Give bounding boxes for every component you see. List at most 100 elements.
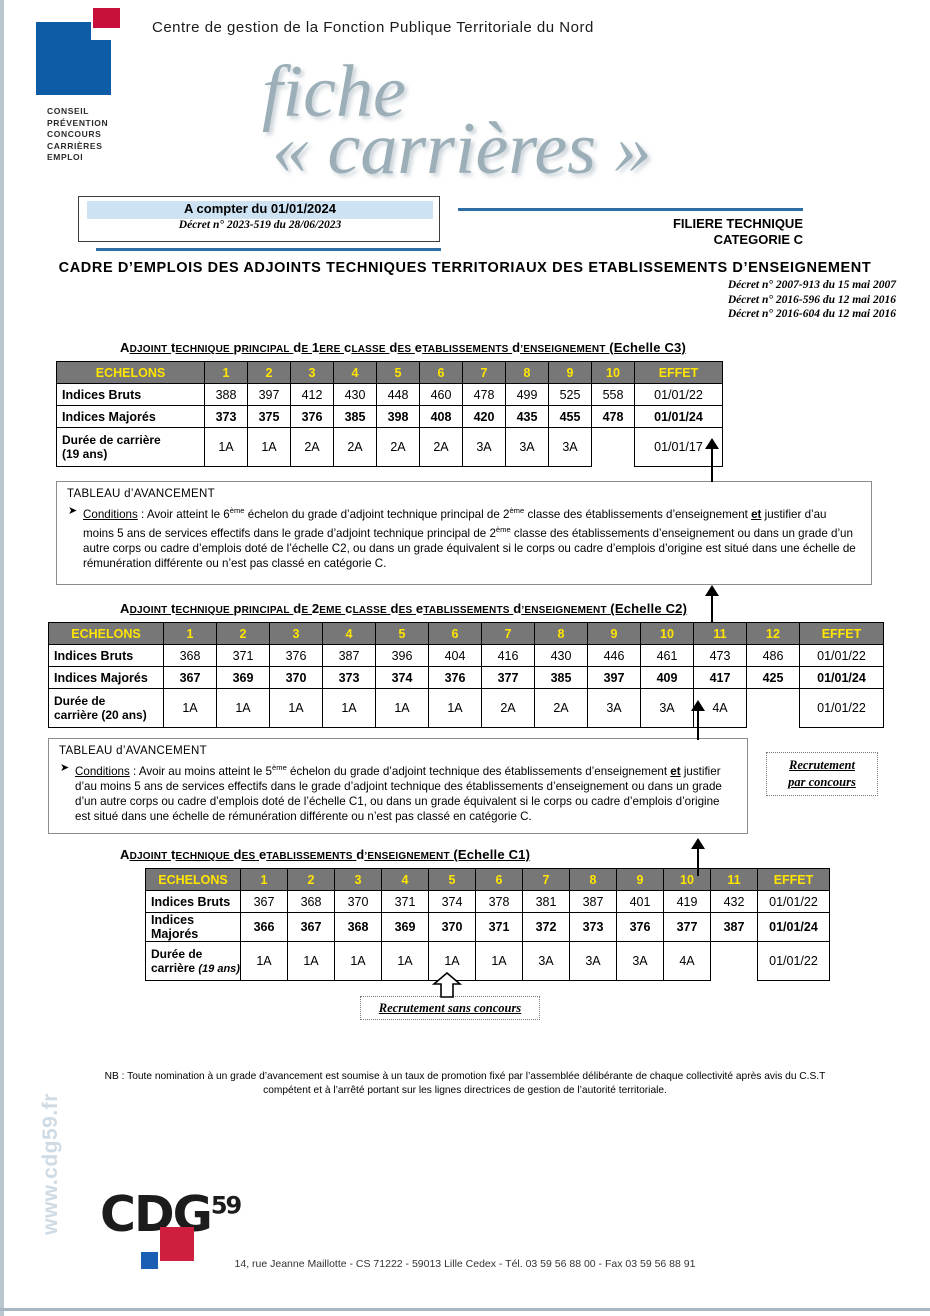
row-label-indices-bruts: Indices Bruts bbox=[145, 890, 241, 913]
header-echelon-9: 9 bbox=[548, 361, 592, 384]
flow-arrow-head-icon bbox=[705, 585, 719, 596]
header-echelon-1: 1 bbox=[163, 622, 217, 645]
decret-line: Décret n° 2016-604 du 12 mai 2016 bbox=[727, 308, 896, 320]
flow-arrow-stem bbox=[710, 594, 714, 622]
im-5: 374 bbox=[375, 666, 429, 689]
row-label-indices-majores: Indices Majorés bbox=[145, 912, 241, 942]
im-8: 385 bbox=[534, 666, 588, 689]
header-echelon-7: 7 bbox=[481, 622, 535, 645]
ib-5: 396 bbox=[375, 644, 429, 667]
duree-3: 2A bbox=[290, 427, 334, 467]
flow-arrow-stem bbox=[696, 847, 700, 876]
categorie-label: CATEGORIE C bbox=[713, 232, 803, 247]
ib-9: 446 bbox=[587, 644, 641, 667]
im-2: 375 bbox=[247, 405, 291, 428]
advancement-box-adv1: TABLEAU d’AVANCEMENT ➤ Conditions : Avoir … bbox=[56, 481, 872, 585]
nb-line-2: compétent et à l’arrêté portant sur les … bbox=[263, 1085, 667, 1096]
ib-1: 388 bbox=[204, 383, 248, 406]
im-7: 420 bbox=[462, 405, 506, 428]
logo-red-square bbox=[93, 8, 120, 28]
duree-10: 3A bbox=[640, 688, 694, 728]
ib-7: 416 bbox=[481, 644, 535, 667]
ib-10: 558 bbox=[591, 383, 635, 406]
website-vertical: www.cdg59.fr bbox=[39, 1093, 62, 1235]
filiere-label: FILIERE TECHNIQUE bbox=[672, 216, 803, 231]
ib-8: 387 bbox=[569, 890, 617, 913]
flow-arrow-head-icon bbox=[691, 838, 705, 849]
ib-5: 374 bbox=[428, 890, 476, 913]
im-2: 369 bbox=[216, 666, 270, 689]
im-4: 373 bbox=[322, 666, 376, 689]
ib-4: 371 bbox=[381, 890, 429, 913]
ib-7: 381 bbox=[522, 890, 570, 913]
header-echelons: ECHELONS bbox=[56, 361, 205, 384]
left-edge-bar bbox=[0, 0, 4, 1316]
header-echelon-6: 6 bbox=[419, 361, 463, 384]
ib-6: 404 bbox=[428, 644, 482, 667]
ib-2: 368 bbox=[287, 890, 335, 913]
ib-5: 448 bbox=[376, 383, 420, 406]
table-header-row: ECHELONS 1 2 3 4 5 6 7 8 9 10 EFFET bbox=[56, 361, 723, 384]
table-row-indices-majores: Indices Majorés 366 367 368 369 370 371 372 373 3… bbox=[145, 912, 830, 942]
duree-7: 2A bbox=[481, 688, 535, 728]
recrutement-concours-line1: Recrutement bbox=[789, 758, 855, 772]
blue-rule-left bbox=[96, 248, 441, 251]
grade-title-c1: ADJOINT tECHNIQUE dES eTABLISSEMENTS d’E… bbox=[120, 847, 531, 862]
header-echelon-8: 8 bbox=[569, 868, 617, 891]
im-1: 366 bbox=[240, 912, 288, 942]
flow-arrow-stem bbox=[710, 447, 714, 482]
header-echelon-1: 1 bbox=[204, 361, 248, 384]
header-echelon-10: 10 bbox=[663, 868, 711, 891]
row-label-indices-majores: Indices Majorés bbox=[48, 666, 164, 689]
decret-line: Décret n° 2007-913 du 15 mai 2007 bbox=[727, 279, 896, 291]
duree-8: 3A bbox=[569, 941, 617, 981]
duree-6: 1A bbox=[428, 688, 482, 728]
header-echelon-3: 3 bbox=[269, 622, 323, 645]
nb-note: NB : Toute nomination à un grade d’avanc… bbox=[65, 1070, 865, 1098]
header-echelon-7: 7 bbox=[462, 361, 506, 384]
ib-1: 367 bbox=[240, 890, 288, 913]
ib-8: 430 bbox=[534, 644, 588, 667]
table-row-duree: Durée de carrière (20 ans) 1A 1A 1A 1A 1A 1A 2A 2… bbox=[48, 688, 884, 728]
im-12: 425 bbox=[746, 666, 800, 689]
im-6: 371 bbox=[475, 912, 523, 942]
table-row-indices-bruts: Indices Bruts 367 368 370 371 374 378 381 387 401… bbox=[145, 890, 830, 913]
logo-blue-square-upper bbox=[36, 22, 91, 77]
header-echelon-9: 9 bbox=[616, 868, 664, 891]
document-page: CONSEIL PRÉVENTION CONCOURS CARRIÈRES EMPLOI… bbox=[0, 0, 930, 1316]
header-echelon-6: 6 bbox=[428, 622, 482, 645]
im-10: 377 bbox=[663, 912, 711, 942]
ib-2: 371 bbox=[216, 644, 270, 667]
im-7: 377 bbox=[481, 666, 535, 689]
conditions-label: Conditions bbox=[75, 764, 130, 778]
effet-indices-majores: 01/01/24 bbox=[799, 666, 884, 689]
header-echelon-6: 6 bbox=[475, 868, 523, 891]
im-11: 417 bbox=[693, 666, 747, 689]
header-echelon-10: 10 bbox=[591, 361, 635, 384]
duree-11 bbox=[710, 941, 758, 981]
im-3: 376 bbox=[290, 405, 334, 428]
table-row-duree: Durée de carrière (19 ans) 1A 1A 1A 1A 1A 1A 3A 3… bbox=[145, 941, 830, 981]
row-label-duree: Durée de carrière (19 ans) bbox=[56, 427, 205, 467]
table-row-indices-majores: Indices Majorés 367 369 370 373 374 376 377 385 3… bbox=[48, 666, 884, 689]
flow-arrow-head-icon bbox=[691, 700, 705, 711]
duree-1: 1A bbox=[204, 427, 248, 467]
im-3: 370 bbox=[269, 666, 323, 689]
salary-table-c1: ECHELONS 1 2 3 4 5 6 7 8 9 10 11 EFFET Indices Bruts 3… bbox=[145, 868, 830, 981]
effective-date-text: A compter du 01/01/2024 bbox=[184, 201, 336, 216]
row-label-indices-bruts: Indices Bruts bbox=[56, 383, 205, 406]
im-1: 367 bbox=[163, 666, 217, 689]
ib-10: 419 bbox=[663, 890, 711, 913]
im-1: 373 bbox=[204, 405, 248, 428]
im-10: 478 bbox=[591, 405, 635, 428]
ib-9: 401 bbox=[616, 890, 664, 913]
duree-9: 3A bbox=[548, 427, 592, 467]
decret-line: Décret n° 2016-596 du 12 mai 2016 bbox=[727, 293, 896, 306]
im-9: 397 bbox=[587, 666, 641, 689]
salary-table-c3: ECHELONS 1 2 3 4 5 6 7 8 9 10 EFFET Indices Bruts 388… bbox=[56, 361, 723, 467]
ib-3: 412 bbox=[290, 383, 334, 406]
effet-indices-bruts: 01/01/22 bbox=[634, 383, 723, 406]
duree-10: 4A bbox=[663, 941, 711, 981]
row-label-duree: Durée de carrière (20 ans) bbox=[48, 688, 164, 728]
ib-12: 486 bbox=[746, 644, 800, 667]
